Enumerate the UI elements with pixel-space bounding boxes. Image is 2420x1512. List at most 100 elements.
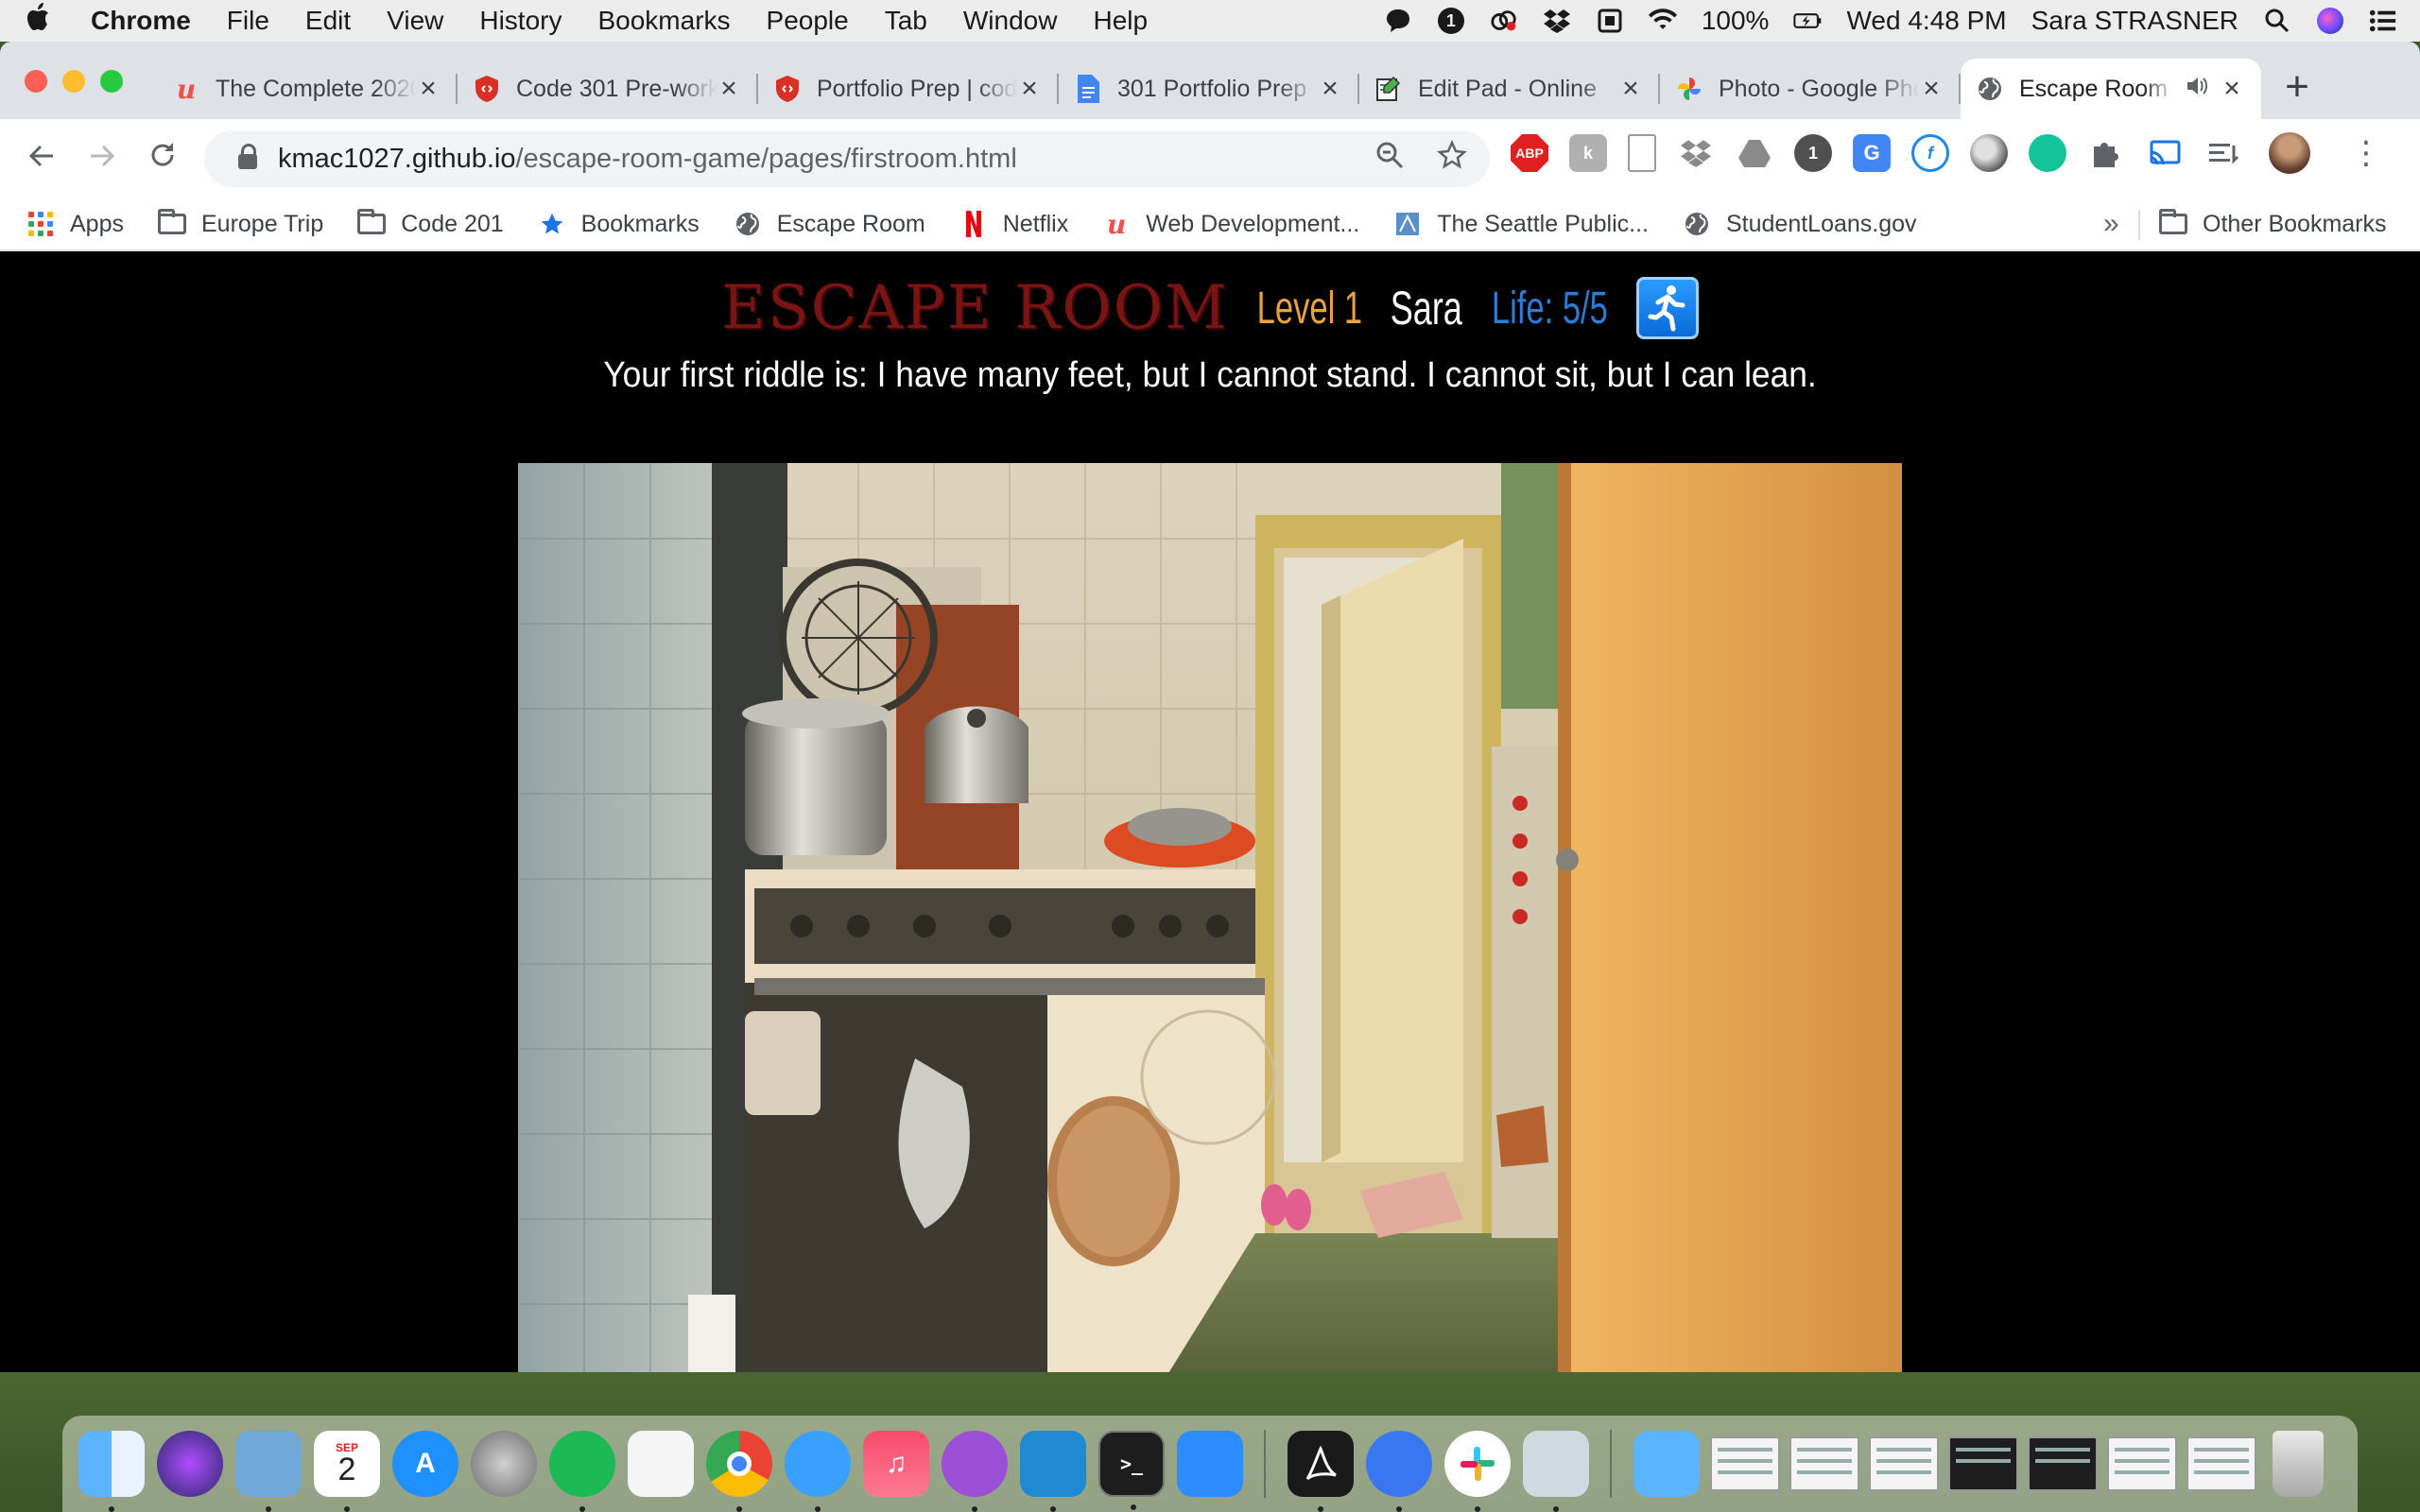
chrome-icon[interactable] [706, 1431, 772, 1512]
document-icon[interactable] [1628, 134, 1656, 172]
close-window-button[interactable] [25, 70, 47, 93]
tab-301-portfolio-prep-doc[interactable]: 301 Portfolio Prep × [1059, 59, 1359, 119]
minimized-window-thumbnail[interactable] [1869, 1436, 1939, 1491]
tab-code-301-prework[interactable]: Code 301 Pre-work × [458, 59, 758, 119]
zoom-icon[interactable] [1177, 1431, 1243, 1497]
lock-icon[interactable] [238, 144, 257, 169]
menu-history[interactable]: History [479, 6, 562, 36]
onepassword-icon[interactable]: 1 [1794, 134, 1832, 172]
acrobat-icon[interactable] [1288, 1431, 1354, 1512]
bookmark-netflix[interactable]: Netflix [959, 211, 1068, 238]
menu-edit[interactable]: Edit [305, 6, 351, 36]
finder-icon[interactable] [78, 1431, 145, 1512]
minimized-window-thumbnail[interactable] [2028, 1436, 2098, 1491]
grammarly-icon[interactable] [2029, 134, 2066, 172]
bookmark-europe-trip[interactable]: Europe Trip [157, 209, 323, 238]
tab-udemy-bootcamp[interactable]: u The Complete 2020 Web Development Boot… [157, 59, 458, 119]
music-icon[interactable]: ♫ [863, 1431, 929, 1497]
bookmarks-overflow-button[interactable]: » [2103, 208, 2119, 240]
minimized-window-thumbnail[interactable] [2187, 1436, 2256, 1491]
battery-icon[interactable] [1793, 7, 1822, 35]
tab-close-icon[interactable]: × [1618, 73, 1643, 105]
bookmark-studentloans[interactable]: StudentLoans.gov [1683, 211, 1917, 238]
menu-people[interactable]: People [767, 6, 849, 36]
bookmark-apps[interactable]: Apps [26, 211, 124, 238]
menu-tab[interactable]: Tab [885, 6, 927, 36]
cast-icon[interactable] [2146, 134, 2184, 172]
reading-list-icon[interactable] [2204, 134, 2242, 172]
back-button[interactable] [11, 139, 72, 179]
profile-avatar[interactable] [2269, 132, 2310, 174]
notification-center-icon[interactable] [2369, 7, 2397, 35]
audio-playing-icon[interactable] [2186, 76, 2208, 102]
minimized-window-thumbnail[interactable] [1710, 1436, 1780, 1491]
minimized-window-thumbnail[interactable] [1948, 1436, 2018, 1491]
menu-view[interactable]: View [387, 6, 443, 36]
podcasts-icon[interactable] [942, 1431, 1008, 1512]
reminders-icon[interactable] [628, 1431, 694, 1497]
menu-app-name[interactable]: Chrome [91, 6, 191, 36]
trash-icon[interactable] [2273, 1431, 2324, 1497]
forward-button[interactable] [72, 139, 132, 179]
translate-icon[interactable]: G [1853, 134, 1891, 172]
bookmark-escape-room[interactable]: Escape Room [734, 211, 925, 238]
clock[interactable]: Wed 4:48 PM [1846, 6, 2006, 36]
new-tab-button[interactable]: + [2273, 66, 2321, 108]
tab-close-icon[interactable]: × [1318, 73, 1342, 105]
terminal-icon[interactable]: >_ [1098, 1431, 1165, 1510]
tab-google-photos[interactable]: Photo - Google Photos × [1660, 59, 1961, 119]
calendar-icon[interactable]: SEP 2 [314, 1431, 380, 1512]
address-bar[interactable]: kmac1027.github.io/escape-room-game/page… [204, 130, 1490, 187]
chrome-menu-icon[interactable]: ⋮ [2350, 134, 2382, 172]
slack-icon[interactable] [1444, 1431, 1511, 1512]
messages-icon[interactable] [785, 1431, 851, 1512]
tab-portfolio-prep[interactable]: Portfolio Prep | code × [758, 59, 1059, 119]
bookmark-web-development[interactable]: u Web Development... [1102, 209, 1359, 240]
signal-icon[interactable] [1366, 1431, 1432, 1512]
other-bookmarks-folder[interactable]: Other Bookmarks [2159, 209, 2387, 238]
spotify-icon[interactable] [549, 1431, 615, 1512]
tab-close-icon[interactable]: × [416, 73, 441, 105]
tab-close-icon[interactable]: × [1017, 73, 1042, 105]
menu-window[interactable]: Window [963, 6, 1058, 36]
running-man-exit-icon[interactable] [1635, 277, 1699, 339]
vscode-icon[interactable] [1020, 1431, 1086, 1512]
user-name[interactable]: Sara STRASNER [2031, 6, 2238, 36]
minimize-window-button[interactable] [62, 70, 85, 93]
app-store-icon[interactable]: A [392, 1431, 458, 1497]
menu-file[interactable]: File [227, 6, 269, 36]
creative-cloud-icon[interactable] [1490, 7, 1518, 35]
system-preferences-icon[interactable] [471, 1431, 537, 1497]
bookmark-star-icon[interactable] [1437, 139, 1467, 178]
tab-close-icon[interactable]: × [2220, 73, 2244, 105]
dropbox-icon[interactable] [1677, 134, 1715, 172]
siri-menu-icon[interactable] [2316, 7, 2344, 35]
dropbox-menu-icon[interactable] [1543, 7, 1571, 35]
reload-button[interactable] [132, 139, 193, 179]
room-scene-image[interactable] [518, 463, 1902, 1372]
zoom-icon[interactable] [1374, 140, 1405, 178]
wifi-icon[interactable] [1648, 7, 1677, 35]
tab-edit-pad[interactable]: Edit Pad - Online × [1359, 59, 1660, 119]
drive-icon[interactable] [1736, 134, 1773, 172]
apple-menu-icon[interactable] [23, 3, 53, 39]
extension-k-icon[interactable]: k [1569, 134, 1607, 172]
minimized-window-thumbnail[interactable] [1789, 1436, 1859, 1491]
tab-close-icon[interactable]: × [1919, 73, 1944, 105]
downloads-folder-icon[interactable] [1634, 1431, 1700, 1497]
siri-icon[interactable] [157, 1431, 223, 1497]
preview-icon[interactable] [1523, 1431, 1589, 1512]
zoom-window-button[interactable] [100, 70, 123, 93]
menu-bookmarks[interactable]: Bookmarks [597, 6, 730, 36]
bookmark-seattle-library[interactable]: The Seattle Public... [1393, 211, 1649, 238]
dark-mode-icon[interactable] [1970, 134, 2008, 172]
bookmark-bookmarks[interactable]: Bookmarks [538, 211, 700, 238]
minimized-window-thumbnail[interactable] [2107, 1436, 2177, 1491]
tab-close-icon[interactable]: × [717, 73, 741, 105]
bookmark-code-201[interactable]: Code 201 [357, 209, 504, 238]
onepassword-menu-icon[interactable]: 1 [1437, 7, 1465, 35]
spotlight-search-icon[interactable] [2263, 7, 2291, 35]
speech-bubble-icon[interactable] [1384, 7, 1412, 35]
mail-icon[interactable] [235, 1431, 302, 1512]
adblock-icon[interactable]: ABP [1511, 134, 1548, 172]
